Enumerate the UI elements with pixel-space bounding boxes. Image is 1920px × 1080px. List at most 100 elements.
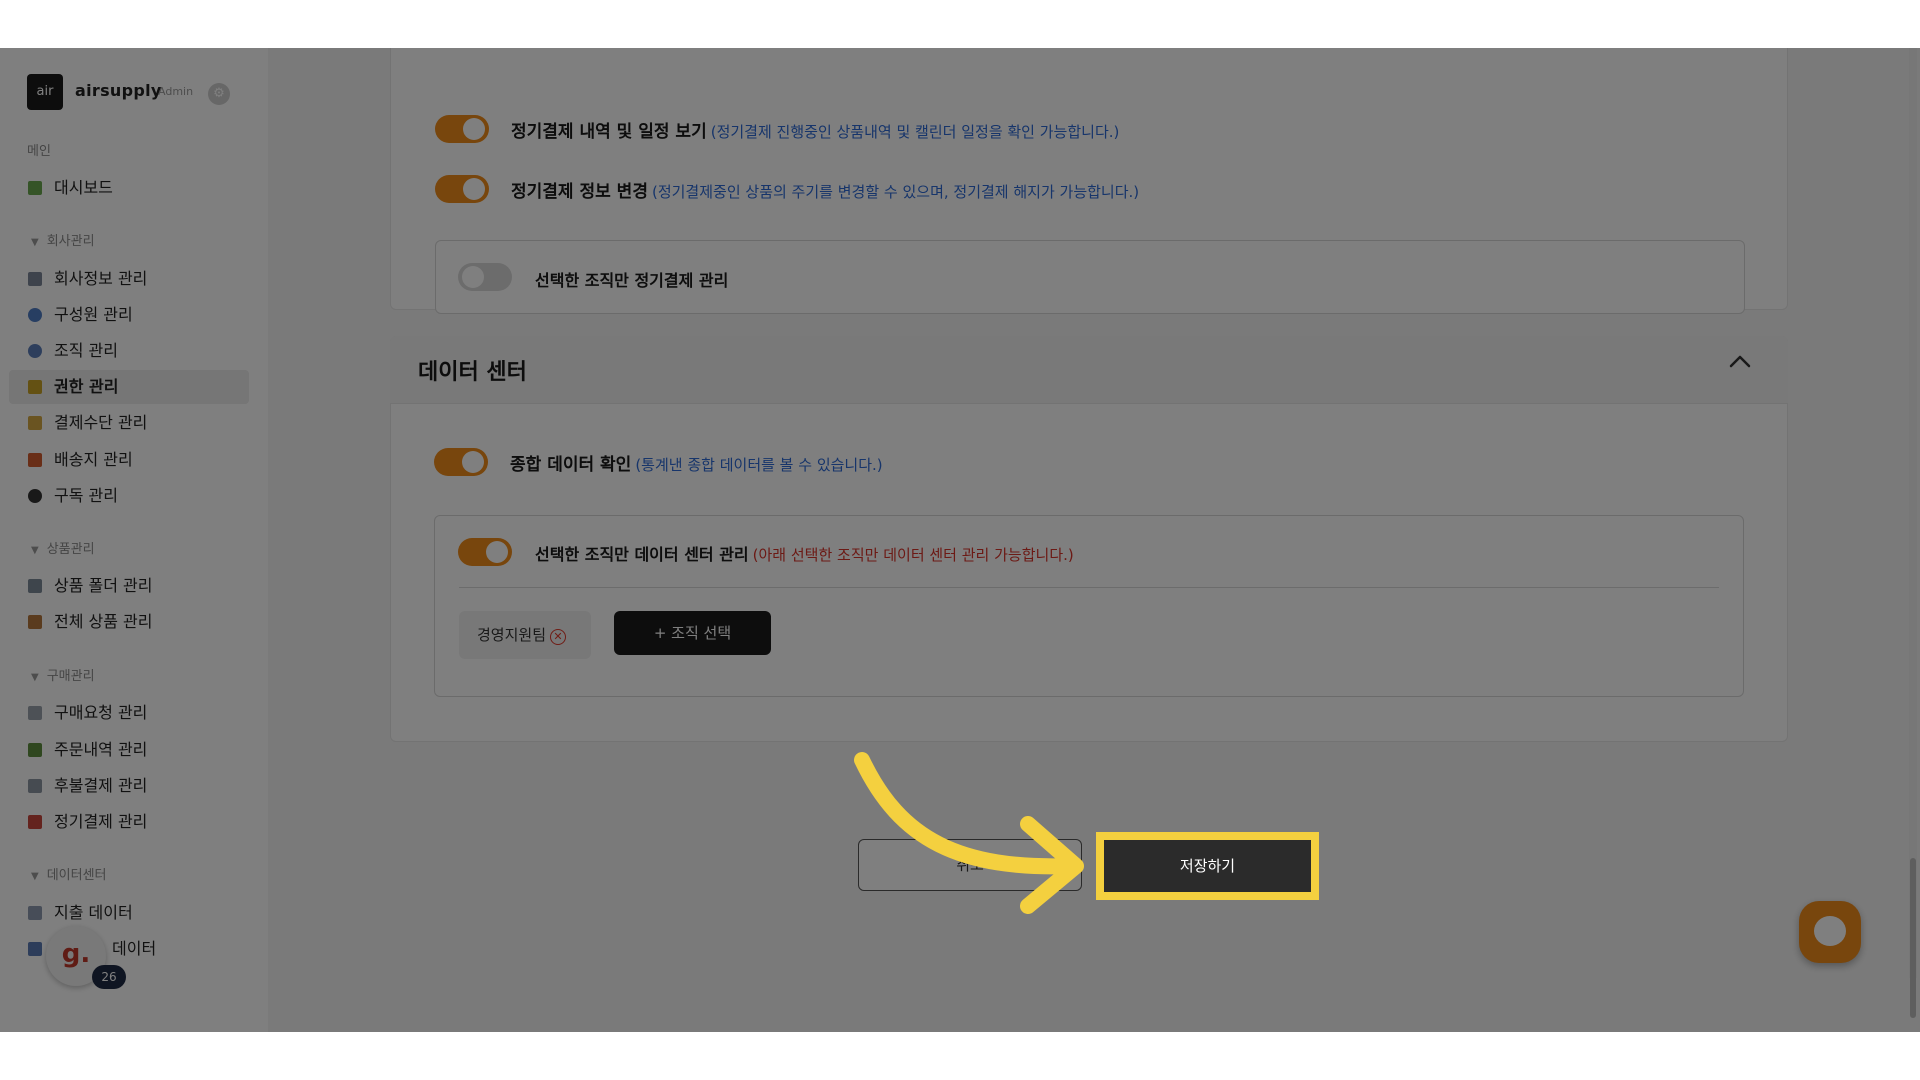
sidebar-item-organization[interactable]: 조직 관리	[9, 334, 249, 368]
document-icon	[28, 706, 42, 720]
divider	[459, 587, 1719, 588]
card-icon	[28, 416, 42, 430]
box-icon	[28, 615, 42, 629]
perm-desc: (아래 선택한 조직만 데이터 센터 관리 가능합니다.)	[752, 546, 1074, 564]
sidebar-item-label: 결제수단 관리	[54, 413, 148, 432]
sidebar-item-label: 구성원 관리	[54, 305, 133, 324]
scrollbar-thumb[interactable]	[1910, 858, 1916, 1018]
chevron-up-icon[interactable]	[1728, 350, 1752, 374]
person-icon	[28, 308, 42, 322]
notification-badge: 26	[92, 965, 126, 989]
group-company[interactable]: ▼ 회사관리	[31, 230, 95, 249]
sidebar-item-members[interactable]: 구성원 관리	[9, 298, 249, 332]
group-purchasing[interactable]: ▼ 구매관리	[31, 665, 95, 684]
org-chip: 경영지원팀 ✕	[459, 611, 591, 659]
highlighted-save-button[interactable]: 저장하기	[1096, 832, 1319, 900]
sidebar-item-label: 배송지 관리	[54, 450, 133, 469]
group-label: 회사관리	[46, 234, 95, 249]
ledger-icon	[28, 779, 42, 793]
sidebar-item-spending-data[interactable]: 지출 데이터	[9, 896, 249, 930]
calendar-icon	[28, 815, 42, 829]
scrollbar-track[interactable]	[1909, 48, 1917, 978]
group-label: 상품관리	[46, 542, 95, 557]
sidebar-item-label: 지출 데이터	[54, 903, 133, 922]
perm-desc: (정기결제 진행중인 상품내역 및 캘린더 일정을 확인 가능합니다.)	[710, 123, 1120, 141]
caret-down-icon: ▼	[31, 672, 39, 683]
sidebar-item-label: 구매요청 관리	[54, 703, 148, 722]
subscription-permission-card: 정기결제 내역 및 일정 보기 (정기결제 진행중인 상품내역 및 캘린더 일정을…	[390, 48, 1788, 314]
toggle-subscription-change[interactable]	[435, 175, 489, 203]
sidebar-item-subscription[interactable]: 구독 관리	[9, 479, 249, 513]
sidebar-item-data[interactable]: 데이터	[9, 932, 249, 966]
sidebar-item-label: 조직 관리	[54, 341, 118, 360]
main-section-label: 메인	[27, 144, 51, 159]
cancel-button[interactable]: 취소	[858, 839, 1082, 891]
save-button-label: 저장하기	[1179, 857, 1236, 875]
app-window: air airsupply Admin ⚙ 메인 대시보드 ▼ 회사관리 회사정보…	[0, 48, 1920, 1032]
perm-title: 정기결제 정보 변경	[511, 182, 648, 202]
sidebar-item-product-folders[interactable]: 상품 폴더 관리	[9, 569, 249, 603]
sidebar-item-purchase-requests[interactable]: 구매요청 관리	[9, 696, 249, 730]
sidebar-item-label: 상품 폴더 관리	[54, 576, 153, 595]
sidebar-item-label: 후불결제 관리	[54, 776, 148, 795]
chart-line-icon	[28, 906, 42, 920]
toggle-knob	[463, 118, 485, 140]
remove-circle-icon[interactable]: ✕	[550, 629, 567, 645]
toggle-data-summary[interactable]	[434, 448, 488, 476]
sidebar-item-orders[interactable]: 주문내역 관리	[9, 733, 249, 767]
app-logo[interactable]: air	[27, 74, 63, 110]
perm-desc: (정기결제중인 상품의 주기를 변경할 수 있으며, 정기결제 해지가 가능합니…	[651, 183, 1140, 201]
sidebar-item-label: 구독 관리	[54, 486, 118, 505]
sidebar-item-label: 정기결제 관리	[54, 812, 148, 831]
sidebar-item-label: 전체 상품 관리	[54, 612, 153, 631]
select-org-button[interactable]: + 조직 선택	[614, 611, 771, 655]
perm-title: 정기결제 내역 및 일정 보기	[511, 122, 707, 142]
chat-support-button[interactable]	[1799, 901, 1861, 963]
toggle-subscription-view[interactable]	[435, 115, 489, 143]
people-icon	[28, 344, 42, 358]
chart-bar-icon	[28, 942, 42, 956]
sidebar: air airsupply Admin ⚙ 메인 대시보드 ▼ 회사관리 회사정보…	[0, 48, 268, 1032]
caret-down-icon: ▼	[31, 545, 39, 556]
truck-icon	[28, 453, 42, 467]
building-icon	[28, 272, 42, 286]
data-center-header[interactable]: 데이터 센터	[390, 336, 1788, 404]
toggle-knob	[462, 451, 484, 473]
toggle-knob	[462, 266, 484, 288]
chip-label: 경영지원팀	[477, 626, 547, 644]
toggle-knob	[486, 541, 508, 563]
sidebar-item-recurring-payment[interactable]: 정기결제 관리	[9, 805, 249, 839]
sidebar-item-company-info[interactable]: 회사정보 관리	[9, 262, 249, 296]
settings-gear-icon[interactable]: ⚙	[208, 83, 230, 105]
perm-subscription-view: 정기결제 내역 및 일정 보기 (정기결제 진행중인 상품내역 및 캘린더 일정을…	[511, 117, 1119, 142]
receipt-icon	[28, 743, 42, 757]
section-title: 데이터 센터	[418, 360, 527, 385]
chat-bubble-icon	[1814, 916, 1846, 946]
perm-title: 선택한 조직만 데이터 센터 관리	[535, 545, 749, 564]
sidebar-item-deferred-payment[interactable]: 후불결제 관리	[9, 769, 249, 803]
subscription-org-only-box: 선택한 조직만 정기결제 관리	[435, 240, 1745, 314]
perm-title: 종합 데이터 확인	[510, 455, 632, 475]
sidebar-item-permissions[interactable]: 권한 관리	[9, 370, 249, 404]
toggle-data-org-only[interactable]	[458, 538, 512, 566]
perm-data-summary: 종합 데이터 확인 (통계낸 종합 데이터를 볼 수 있습니다.)	[510, 450, 883, 475]
group-products[interactable]: ▼ 상품관리	[31, 538, 95, 557]
sidebar-item-label: 주문내역 관리	[54, 740, 148, 759]
lock-icon	[28, 380, 42, 394]
sidebar-item-all-products[interactable]: 전체 상품 관리	[9, 605, 249, 639]
brand-name: airsupply	[75, 81, 162, 100]
sidebar-item-label: 데이터	[112, 939, 157, 958]
perm-data-org-only: 선택한 조직만 데이터 센터 관리 (아래 선택한 조직만 데이터 센터 관리 가…	[535, 541, 1074, 565]
ball-icon	[28, 489, 42, 503]
sidebar-item-shipping[interactable]: 배송지 관리	[9, 443, 249, 477]
brand-subtitle: Admin	[158, 85, 194, 98]
sidebar-item-label: 대시보드	[54, 178, 113, 197]
toggle-subscription-org-only[interactable]	[458, 263, 512, 291]
folder-icon	[28, 579, 42, 593]
sidebar-item-label: 회사정보 관리	[54, 269, 148, 288]
sidebar-item-payment-methods[interactable]: 결제수단 관리	[9, 406, 249, 440]
caret-down-icon: ▼	[31, 871, 39, 882]
sidebar-item-dashboard[interactable]: 대시보드	[9, 171, 249, 205]
group-data-center[interactable]: ▼ 데이터센터	[31, 864, 107, 883]
perm-subscription-org-only: 선택한 조직만 정기결제 관리	[535, 271, 729, 290]
